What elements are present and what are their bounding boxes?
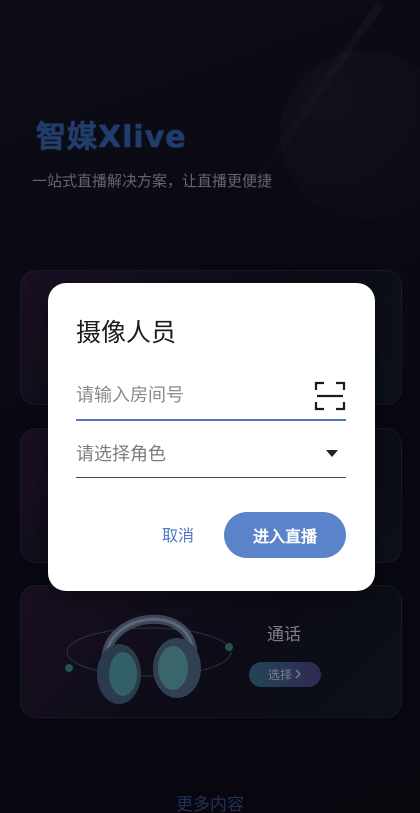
role-select[interactable]: 请选择角色	[76, 430, 346, 478]
room-number-field	[76, 373, 346, 421]
room-number-input[interactable]	[76, 373, 296, 417]
scan-icon[interactable]	[314, 380, 346, 416]
join-room-dialog: 摄像人员 请选择角色 取消 进入直播	[48, 283, 375, 591]
cancel-button[interactable]: 取消	[152, 519, 204, 549]
enter-live-button[interactable]: 进入直播	[224, 512, 346, 558]
caret-down-icon	[326, 450, 338, 457]
role-select-placeholder: 请选择角色	[76, 444, 166, 465]
dialog-title: 摄像人员	[76, 318, 177, 347]
